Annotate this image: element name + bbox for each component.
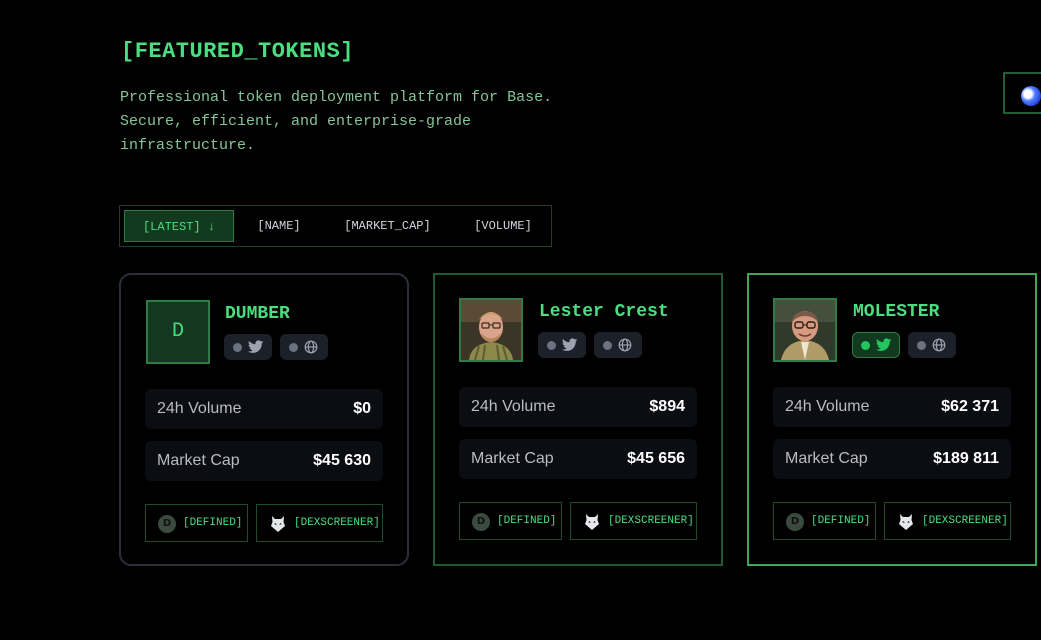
volume-stat: 24h Volume $62 371 xyxy=(773,387,1011,427)
portrait-photo-icon xyxy=(775,300,835,360)
volume-label: 24h Volume xyxy=(157,400,242,417)
volume-label: 24h Volume xyxy=(785,398,870,415)
wallet-orb-icon xyxy=(1021,86,1041,106)
sort-volume-button[interactable]: [VOLUME] xyxy=(463,210,543,242)
website-link[interactable] xyxy=(594,332,642,358)
twitter-icon xyxy=(562,338,578,351)
token-name: DUMBER xyxy=(225,304,290,324)
sort-bar: [LATEST] ↓ [NAME] [MARKET_CAP] [VOLUME] xyxy=(119,205,552,247)
status-dot-icon xyxy=(917,341,926,350)
token-avatar: D xyxy=(146,300,210,364)
volume-label: 24h Volume xyxy=(471,398,556,415)
volume-stat: 24h Volume $894 xyxy=(459,387,697,427)
status-dot-icon xyxy=(233,343,242,352)
globe-icon xyxy=(304,340,318,354)
dexscreener-icon xyxy=(585,514,599,530)
market-cap-value: $45 630 xyxy=(313,452,371,469)
token-card[interactable]: Lester Crest 24h Volume $894 Market Cap … xyxy=(433,273,723,566)
twitter-link[interactable] xyxy=(224,334,272,360)
market-cap-stat: Market Cap $189 811 xyxy=(773,439,1011,479)
volume-value: $0 xyxy=(353,400,371,417)
dexscreener-link[interactable]: [DEXSCREENER] xyxy=(570,502,697,540)
dexscreener-link-label: [DEXSCREENER] xyxy=(922,515,1008,527)
dexscreener-icon xyxy=(271,516,285,532)
portrait-photo-icon xyxy=(461,300,521,360)
token-avatar xyxy=(459,298,523,362)
dexscreener-icon xyxy=(899,514,913,530)
dexscreener-link[interactable]: [DEXSCREENER] xyxy=(884,502,1011,540)
status-dot-icon xyxy=(547,341,556,350)
market-cap-value: $189 811 xyxy=(933,450,999,467)
dexscreener-link-label: [DEXSCREENER] xyxy=(608,515,694,527)
twitter-link[interactable] xyxy=(852,332,900,358)
token-name: Lester Crest xyxy=(539,302,669,322)
market-cap-stat: Market Cap $45 630 xyxy=(145,441,383,481)
market-cap-value: $45 656 xyxy=(627,450,685,467)
sort-name-button[interactable]: [NAME] xyxy=(244,210,314,242)
token-card[interactable]: D DUMBER 24h Volume $0 Market Cap $45 63… xyxy=(119,273,409,566)
defined-link[interactable]: D [DEFINED] xyxy=(145,504,248,542)
volume-value: $894 xyxy=(649,398,685,415)
defined-link-label: [DEFINED] xyxy=(497,515,557,527)
token-card[interactable]: MOLESTER 24h Volume $62 371 Market Cap $… xyxy=(747,273,1037,566)
defined-icon: D xyxy=(158,515,176,533)
sort-market-cap-button[interactable]: [MARKET_CAP] xyxy=(330,210,445,242)
website-link[interactable] xyxy=(280,334,328,360)
status-dot-icon xyxy=(289,343,298,352)
page-title: [FEATURED_TOKENS] xyxy=(121,39,354,64)
dexscreener-link[interactable]: [DEXSCREENER] xyxy=(256,504,383,542)
defined-link[interactable]: D [DEFINED] xyxy=(459,502,562,540)
market-cap-label: Market Cap xyxy=(157,452,240,469)
volume-value: $62 371 xyxy=(941,398,999,415)
token-avatar xyxy=(773,298,837,362)
website-link[interactable] xyxy=(908,332,956,358)
status-dot-icon xyxy=(861,341,870,350)
globe-icon xyxy=(618,338,632,352)
dexscreener-link-label: [DEXSCREENER] xyxy=(294,517,380,529)
defined-icon: D xyxy=(472,513,490,531)
globe-icon xyxy=(932,338,946,352)
twitter-icon xyxy=(248,340,264,353)
wallet-connect-button[interactable] xyxy=(1003,72,1041,114)
twitter-icon xyxy=(876,338,892,351)
market-cap-label: Market Cap xyxy=(471,450,554,467)
defined-icon: D xyxy=(786,513,804,531)
market-cap-label: Market Cap xyxy=(785,450,868,467)
token-name: MOLESTER xyxy=(853,302,940,322)
twitter-link[interactable] xyxy=(538,332,586,358)
market-cap-stat: Market Cap $45 656 xyxy=(459,439,697,479)
page-subtitle: Professional token deployment platform f… xyxy=(120,89,553,154)
defined-link-label: [DEFINED] xyxy=(811,515,871,527)
volume-stat: 24h Volume $0 xyxy=(145,389,383,429)
sort-latest-button[interactable]: [LATEST] ↓ xyxy=(124,210,234,242)
defined-link[interactable]: D [DEFINED] xyxy=(773,502,876,540)
defined-link-label: [DEFINED] xyxy=(183,517,243,529)
status-dot-icon xyxy=(603,341,612,350)
